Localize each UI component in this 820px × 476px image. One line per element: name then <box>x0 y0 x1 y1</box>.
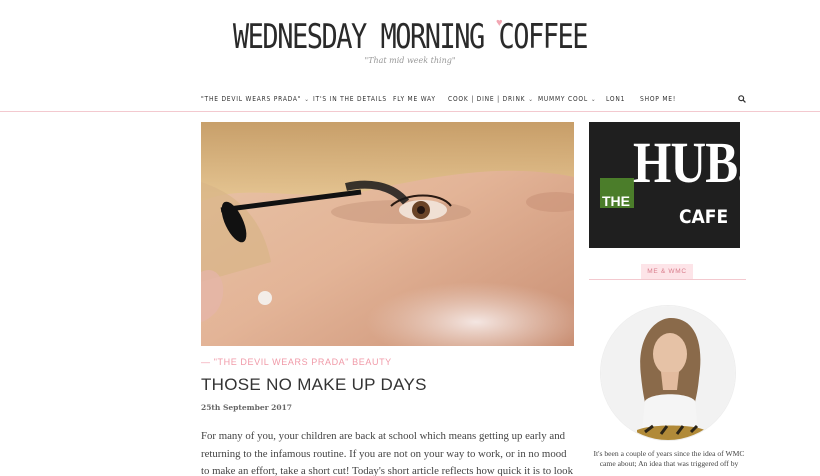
nav-item-lon1[interactable]: LON1 <box>606 95 625 103</box>
site-logo[interactable]: WEDNESDAY MORNING COFFEE <box>0 18 820 57</box>
nav-label: SHOP ME! <box>640 95 677 103</box>
post-title[interactable]: THOSE NO MAKE UP DAYS <box>201 375 427 395</box>
nav-item-its-in-the-details[interactable]: IT'S IN THE DETAILS <box>313 95 387 103</box>
heart-icon: ♥ <box>496 17 503 29</box>
post-categories[interactable]: — "THE DEVIL WEARS PRADA" BEAUTY <box>201 357 392 367</box>
nav-label: COOK | DINE | DRINK <box>448 95 526 103</box>
ad-the-text: THE <box>602 193 630 209</box>
nav-label: IT'S IN THE DETAILS <box>313 95 387 103</box>
search-icon[interactable] <box>738 95 746 103</box>
chevron-down-icon: ⌄ <box>591 96 597 103</box>
author-bio: It's been a couple of years since the id… <box>593 449 745 468</box>
site-tagline: "That mid week thing" <box>364 56 456 65</box>
chevron-down-icon: ⌄ <box>304 96 310 103</box>
nav-label: FLY ME WAY <box>393 95 436 103</box>
nav-item-mummy-cool[interactable]: MUMMY COOL ⌄ <box>538 95 596 103</box>
author-avatar[interactable] <box>600 305 736 441</box>
nav-label: "THE DEVIL WEARS PRADA" <box>201 95 302 103</box>
nav-item-devil-wears-prada[interactable]: "THE DEVIL WEARS PRADA" ⌄ <box>201 95 310 103</box>
main-nav: "THE DEVIL WEARS PRADA" ⌄ IT'S IN THE DET… <box>0 88 820 112</box>
nav-item-fly-me-way[interactable]: FLY ME WAY <box>393 95 436 103</box>
nav-label: MUMMY COOL <box>538 95 588 103</box>
post-date: 25th September 2017 <box>201 403 293 412</box>
site-header: WEDNESDAY MORNING COFFEE ♥ "That mid wee… <box>0 0 820 90</box>
chevron-down-icon: ⌄ <box>528 96 534 103</box>
widget-divider <box>589 279 746 280</box>
ad-hub-text: HUB. <box>633 130 740 195</box>
nav-item-cook-dine-drink[interactable]: COOK | DINE | DRINK ⌄ <box>448 95 534 103</box>
widget-title: ME & WMC <box>641 264 693 279</box>
ad-cafe-text: CAFE <box>679 206 729 228</box>
post-featured-image[interactable] <box>201 122 574 346</box>
post-excerpt: For many of you, your children are back … <box>201 430 573 476</box>
hub-cafe-ad[interactable]: THE HUB. CAFE <box>589 122 740 248</box>
nav-label: LON1 <box>606 95 626 103</box>
nav-item-shop-me[interactable]: SHOP ME! <box>640 95 676 103</box>
